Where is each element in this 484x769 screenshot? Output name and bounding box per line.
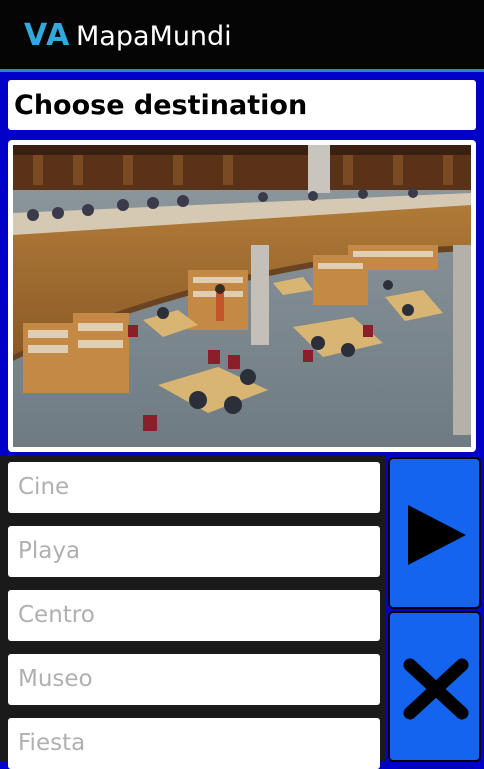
close-button[interactable]	[388, 611, 481, 762]
option-field-playa[interactable]: Playa	[8, 526, 380, 577]
app-title: MapaMundi	[76, 21, 232, 52]
action-bar: VA MapaMundi	[0, 0, 484, 72]
close-icon	[403, 658, 469, 720]
option-field-fiesta[interactable]: Fiesta	[8, 718, 380, 769]
option-field-cine[interactable]: Cine	[8, 462, 380, 513]
option-field-centro[interactable]: Centro	[8, 590, 380, 641]
app-logo[interactable]: VA	[24, 18, 70, 53]
options-list: Cine Playa Centro Museo Fiesta	[0, 456, 386, 769]
play-icon	[408, 505, 466, 565]
option-field-museo[interactable]: Museo	[8, 654, 380, 705]
play-button[interactable]	[388, 457, 481, 609]
choose-destination-heading: Choose destination	[8, 80, 476, 130]
library-photo-image	[13, 145, 471, 447]
destination-photo	[8, 140, 476, 452]
